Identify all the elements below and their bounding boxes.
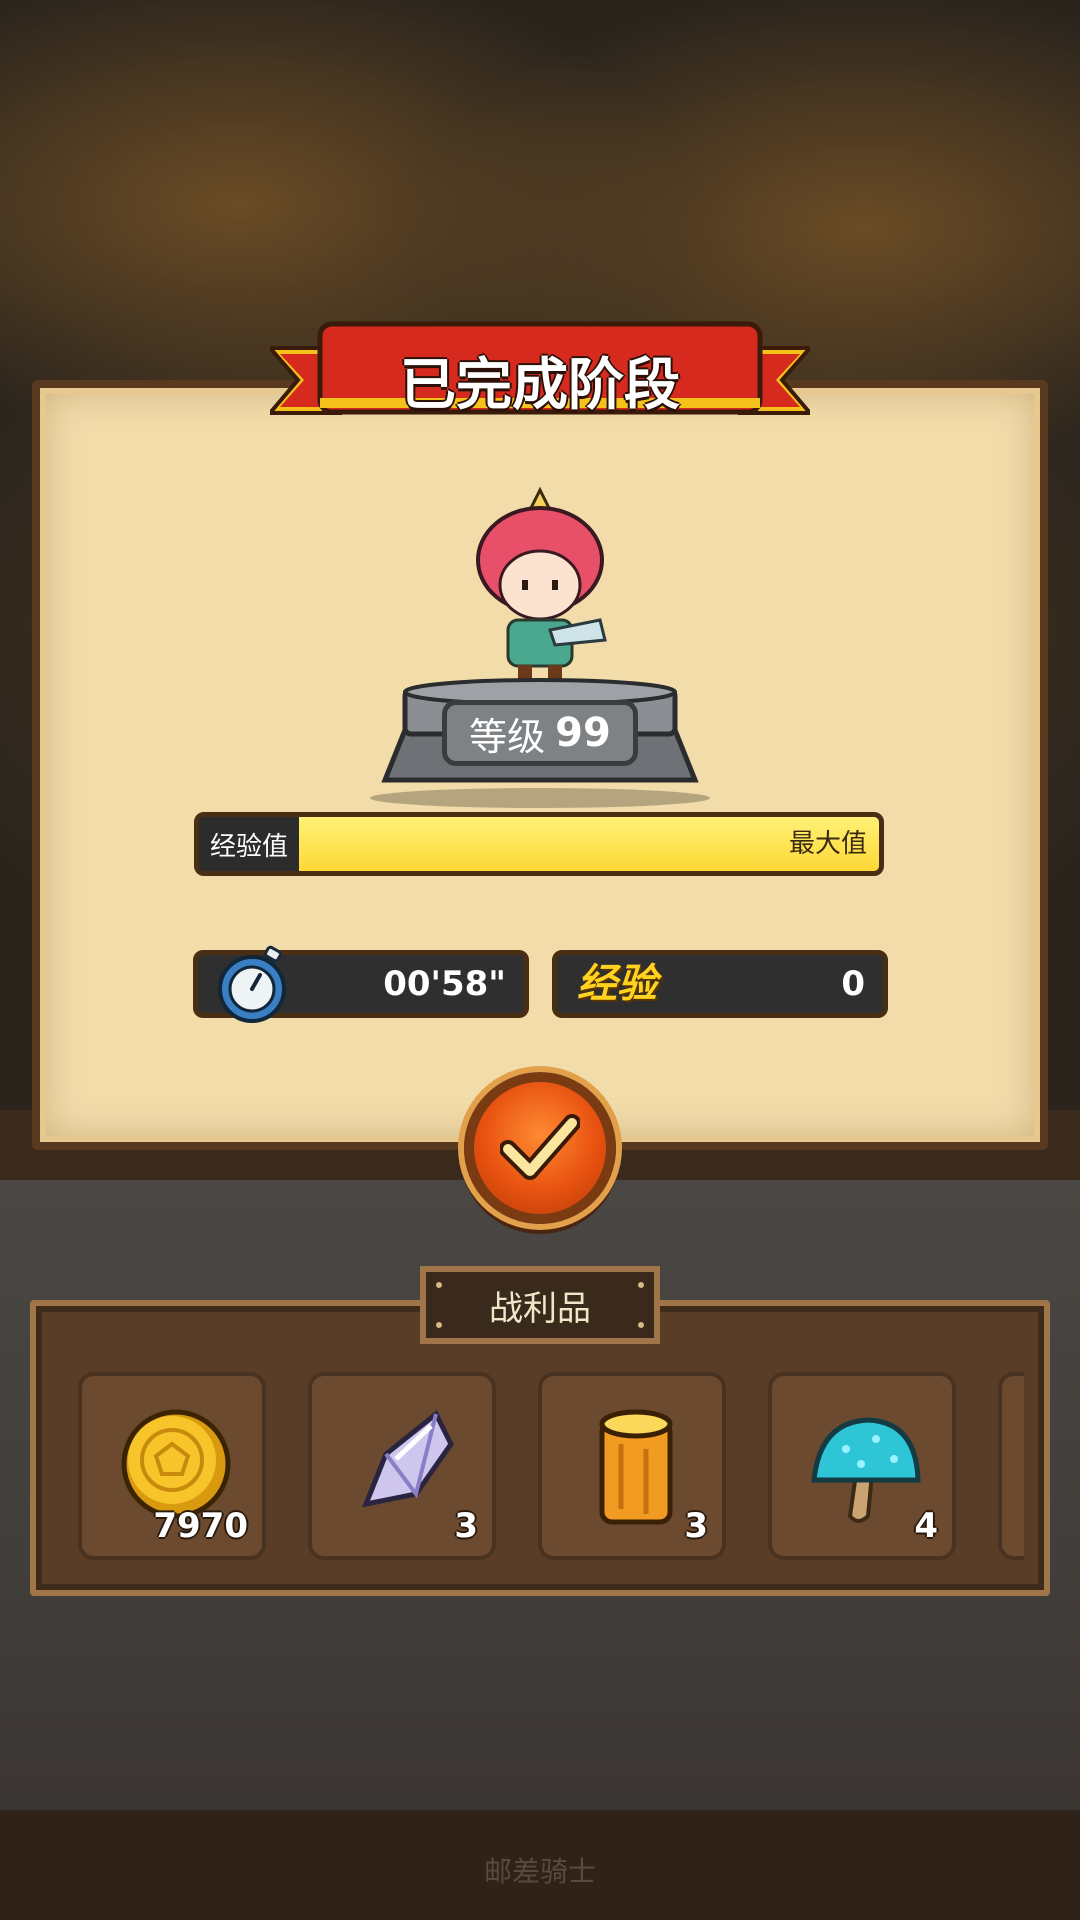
time-stat: 00'58" <box>193 945 529 1023</box>
confirm-button[interactable] <box>464 1072 616 1224</box>
loot-count: 3 <box>454 1506 478 1546</box>
exp-gain-label: 经验 <box>577 961 657 1007</box>
exp-max-label: 最大值 <box>788 829 867 859</box>
stopwatch-icon <box>218 945 286 1023</box>
time-value: 00'58" <box>383 964 506 1004</box>
exp-label: 经验值 <box>199 817 299 871</box>
wood-log-icon <box>599 1409 673 1525</box>
hero-character <box>476 486 607 685</box>
loot-item-wood[interactable]: 3 <box>538 1372 726 1560</box>
level-badge: 等级 99 <box>442 700 638 766</box>
crystal-icon <box>361 1410 454 1508</box>
loot-title-tab: 战利品 <box>420 1266 660 1344</box>
loot-item-mushroom[interactable]: 4 <box>768 1372 956 1560</box>
loot-count: 7970 <box>153 1506 248 1546</box>
exp-gain-stat: 经验 0 <box>552 950 888 1018</box>
loot-item-gold[interactable]: 7970 <box>78 1372 266 1560</box>
loot-item-crystal[interactable]: 3 <box>308 1372 496 1560</box>
exp-progress-bar: 经验值 最大值 <box>194 812 884 876</box>
watermark-text: 邮差骑士 <box>483 1855 596 1888</box>
checkmark-icon <box>500 1114 580 1180</box>
loot-count: 4 <box>914 1506 938 1546</box>
blue-mushroom-icon <box>811 1417 921 1523</box>
loot-title: 战利品 <box>489 1288 591 1329</box>
loot-count: 3 <box>684 1506 708 1546</box>
loot-item-partial[interactable] <box>998 1372 1024 1560</box>
level-value: 99 <box>555 710 611 756</box>
page-title: 已完成阶段 <box>400 353 680 418</box>
exp-gain-value: 0 <box>841 964 865 1004</box>
level-label: 等级 <box>469 714 546 759</box>
